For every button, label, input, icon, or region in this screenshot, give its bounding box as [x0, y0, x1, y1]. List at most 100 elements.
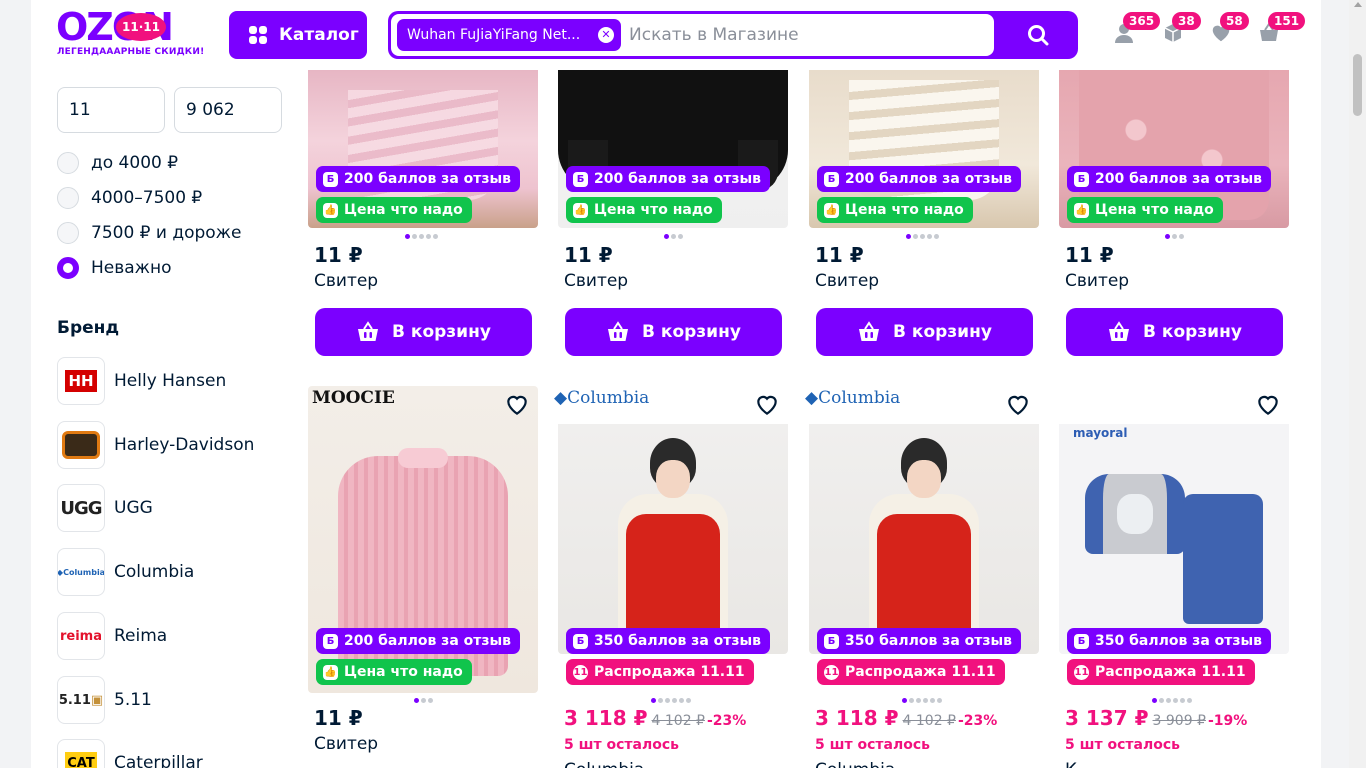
- brand-helly-hansen[interactable]: HH Helly Hansen: [57, 357, 226, 405]
- price-to-input[interactable]: 9 062: [174, 87, 282, 133]
- sale-11-11-icon: 11: [824, 664, 839, 680]
- product-card[interactable]: Б 200 баллов за отзыв 👍 Цена что надо 11 ₽…: [308, 70, 538, 360]
- favorite-heart-icon[interactable]: [754, 392, 780, 418]
- product-title[interactable]: Columbia: [815, 760, 895, 768]
- image-carousel-dots[interactable]: [902, 698, 942, 704]
- points-icon: Б: [573, 633, 588, 649]
- product-card[interactable]: ◆Columbia Б 350 баллов за отзыв 11 Распрод…: [805, 386, 1039, 768]
- product-title[interactable]: Columbia: [564, 760, 644, 768]
- image-carousel-dots[interactable]: [414, 698, 433, 704]
- store-filter-chip[interactable]: Wuhan FuJiaYiFang Net... ✕: [397, 19, 621, 51]
- product-title[interactable]: К: [1065, 760, 1077, 768]
- bonus-label: 350 баллов за отзыв: [1095, 633, 1263, 649]
- product-card[interactable]: mayoral Б 350 баллов за отзыв 11 Распродаж…: [1059, 386, 1289, 768]
- brand-ugg[interactable]: UGG UGG: [57, 484, 153, 532]
- profile-badge: 365: [1123, 12, 1161, 30]
- product-card[interactable]: Б 200 баллов за отзыв 👍 Цена что надо 11 ₽…: [558, 70, 788, 360]
- brand-caterpillar[interactable]: CAT Caterpillar: [57, 739, 203, 768]
- profile-button[interactable]: 365: [1113, 12, 1161, 48]
- product-image[interactable]: [809, 424, 1039, 654]
- product-card[interactable]: Б 200 баллов за отзыв 👍 Цена что надо 11 ₽…: [1059, 70, 1289, 360]
- discount-percent: -23%: [957, 713, 998, 729]
- product-price: 11 ₽: [314, 243, 363, 267]
- radio-button-selected[interactable]: [57, 257, 79, 279]
- product-card[interactable]: ◆Columbia Б 350 баллов за отзыв 11 Распрод…: [554, 386, 788, 768]
- promo-badge: 👍 Цена что надо: [316, 197, 472, 223]
- add-to-cart-button[interactable]: В корзину: [315, 308, 532, 356]
- price-option-3[interactable]: 7500 ₽ и дороже: [57, 219, 241, 247]
- bonus-badge: Б 200 баллов за отзыв: [316, 166, 521, 192]
- product-title[interactable]: Свитер: [314, 271, 378, 291]
- product-price: 3 118 ₽4 102 ₽ -23%: [564, 706, 746, 730]
- product-image[interactable]: mayoral: [1059, 424, 1289, 654]
- product-image[interactable]: [558, 424, 788, 654]
- image-carousel-dots[interactable]: [651, 698, 691, 704]
- sale-badge: 11 Распродажа 11.11: [1067, 659, 1255, 685]
- ozon-logo[interactable]: OZON 11·11 ЛЕГЕНДАААРНЫЕ СКИДКИ!: [56, 8, 206, 62]
- image-carousel-dots[interactable]: [1152, 698, 1192, 704]
- brand-label-moocie: MOOCIE: [312, 388, 395, 408]
- favorite-heart-icon[interactable]: [1005, 392, 1031, 418]
- product-title[interactable]: Свитер: [1065, 271, 1129, 291]
- add-to-cart-button[interactable]: В корзину: [816, 308, 1033, 356]
- search-button[interactable]: [998, 11, 1078, 59]
- brand-reima[interactable]: reima Reima: [57, 612, 167, 660]
- image-carousel-dots[interactable]: [906, 234, 939, 240]
- thumbs-up-icon: 👍: [573, 202, 588, 218]
- price-option-label: Неважно: [91, 258, 172, 278]
- current-price: 3 137 ₽: [1065, 706, 1149, 730]
- promo-label: Распродажа 11.11: [1095, 664, 1246, 680]
- cart-button[interactable]: 151: [1258, 12, 1306, 48]
- product-title[interactable]: Свитер: [314, 734, 378, 754]
- price-option-1[interactable]: до 4000 ₽: [57, 149, 178, 177]
- brand-columbia[interactable]: ◆Columbia Columbia: [57, 548, 194, 596]
- product-card[interactable]: MOOCIE Б 200 баллов за отзыв 👍 Цена что на…: [308, 386, 538, 768]
- brand-label: Reima: [114, 626, 168, 646]
- brand-5-11[interactable]: 5.11▣ 5.11: [57, 676, 152, 724]
- points-icon: Б: [1074, 633, 1089, 649]
- scroll-up-arrow-icon[interactable]: [1354, 2, 1362, 7]
- image-carousel-dots[interactable]: [1165, 234, 1184, 240]
- add-to-cart-button[interactable]: В корзину: [565, 308, 782, 356]
- bonus-badge: Б 350 баллов за отзыв: [817, 628, 1022, 654]
- bonus-label: 200 баллов за отзыв: [344, 171, 512, 187]
- brand-harley-davidson[interactable]: Harley-Davidson: [57, 421, 254, 469]
- catalog-button[interactable]: Каталог: [229, 11, 367, 59]
- promo-badge: 👍 Цена что надо: [817, 197, 973, 223]
- favorite-heart-icon[interactable]: [504, 392, 530, 418]
- bonus-label: 200 баллов за отзыв: [1095, 171, 1263, 187]
- brand-label: Columbia: [114, 562, 195, 582]
- image-carousel-dots[interactable]: [664, 234, 683, 240]
- close-icon[interactable]: ✕: [598, 27, 614, 43]
- store-chip-label: Wuhan FuJiaYiFang Net...: [407, 27, 581, 43]
- favorite-heart-icon[interactable]: [1255, 392, 1281, 418]
- radio-button[interactable]: [57, 222, 79, 244]
- radio-button[interactable]: [57, 187, 79, 209]
- points-icon: Б: [323, 633, 338, 649]
- product-card[interactable]: Б 200 баллов за отзыв 👍 Цена что надо 11 ₽…: [809, 70, 1039, 360]
- search-input[interactable]: [629, 14, 989, 56]
- product-title[interactable]: Свитер: [815, 271, 879, 291]
- basket-icon: [608, 321, 629, 341]
- scroll-thumb[interactable]: [1353, 54, 1362, 116]
- thumbs-up-icon: 👍: [323, 202, 338, 218]
- logo-tagline: ЛЕГЕНДАААРНЫЕ СКИДКИ!: [57, 47, 205, 57]
- search-icon: [1028, 25, 1049, 46]
- product-title[interactable]: Свитер: [564, 271, 628, 291]
- price-option-2[interactable]: 4000–7500 ₽: [57, 184, 202, 212]
- image-carousel-dots[interactable]: [405, 234, 438, 240]
- orders-button[interactable]: 38: [1162, 12, 1201, 48]
- price-option-4[interactable]: Неважно: [57, 254, 172, 282]
- radio-button[interactable]: [57, 152, 79, 174]
- add-to-cart-button[interactable]: В корзину: [1066, 308, 1283, 356]
- basket-icon: [1109, 321, 1130, 341]
- price-option-label: 4000–7500 ₽: [91, 188, 203, 208]
- stock-left: 5 шт осталось: [1065, 737, 1180, 753]
- thumbs-up-icon: 👍: [824, 202, 839, 218]
- brand-label: UGG: [114, 498, 153, 518]
- page-scrollbar[interactable]: [1349, 0, 1366, 768]
- price-option-label: 7500 ₽ и дороже: [91, 223, 242, 243]
- sale-11-11-icon: 11: [573, 664, 588, 680]
- price-from-input[interactable]: 11: [57, 87, 165, 133]
- favorites-button[interactable]: 58: [1210, 12, 1249, 48]
